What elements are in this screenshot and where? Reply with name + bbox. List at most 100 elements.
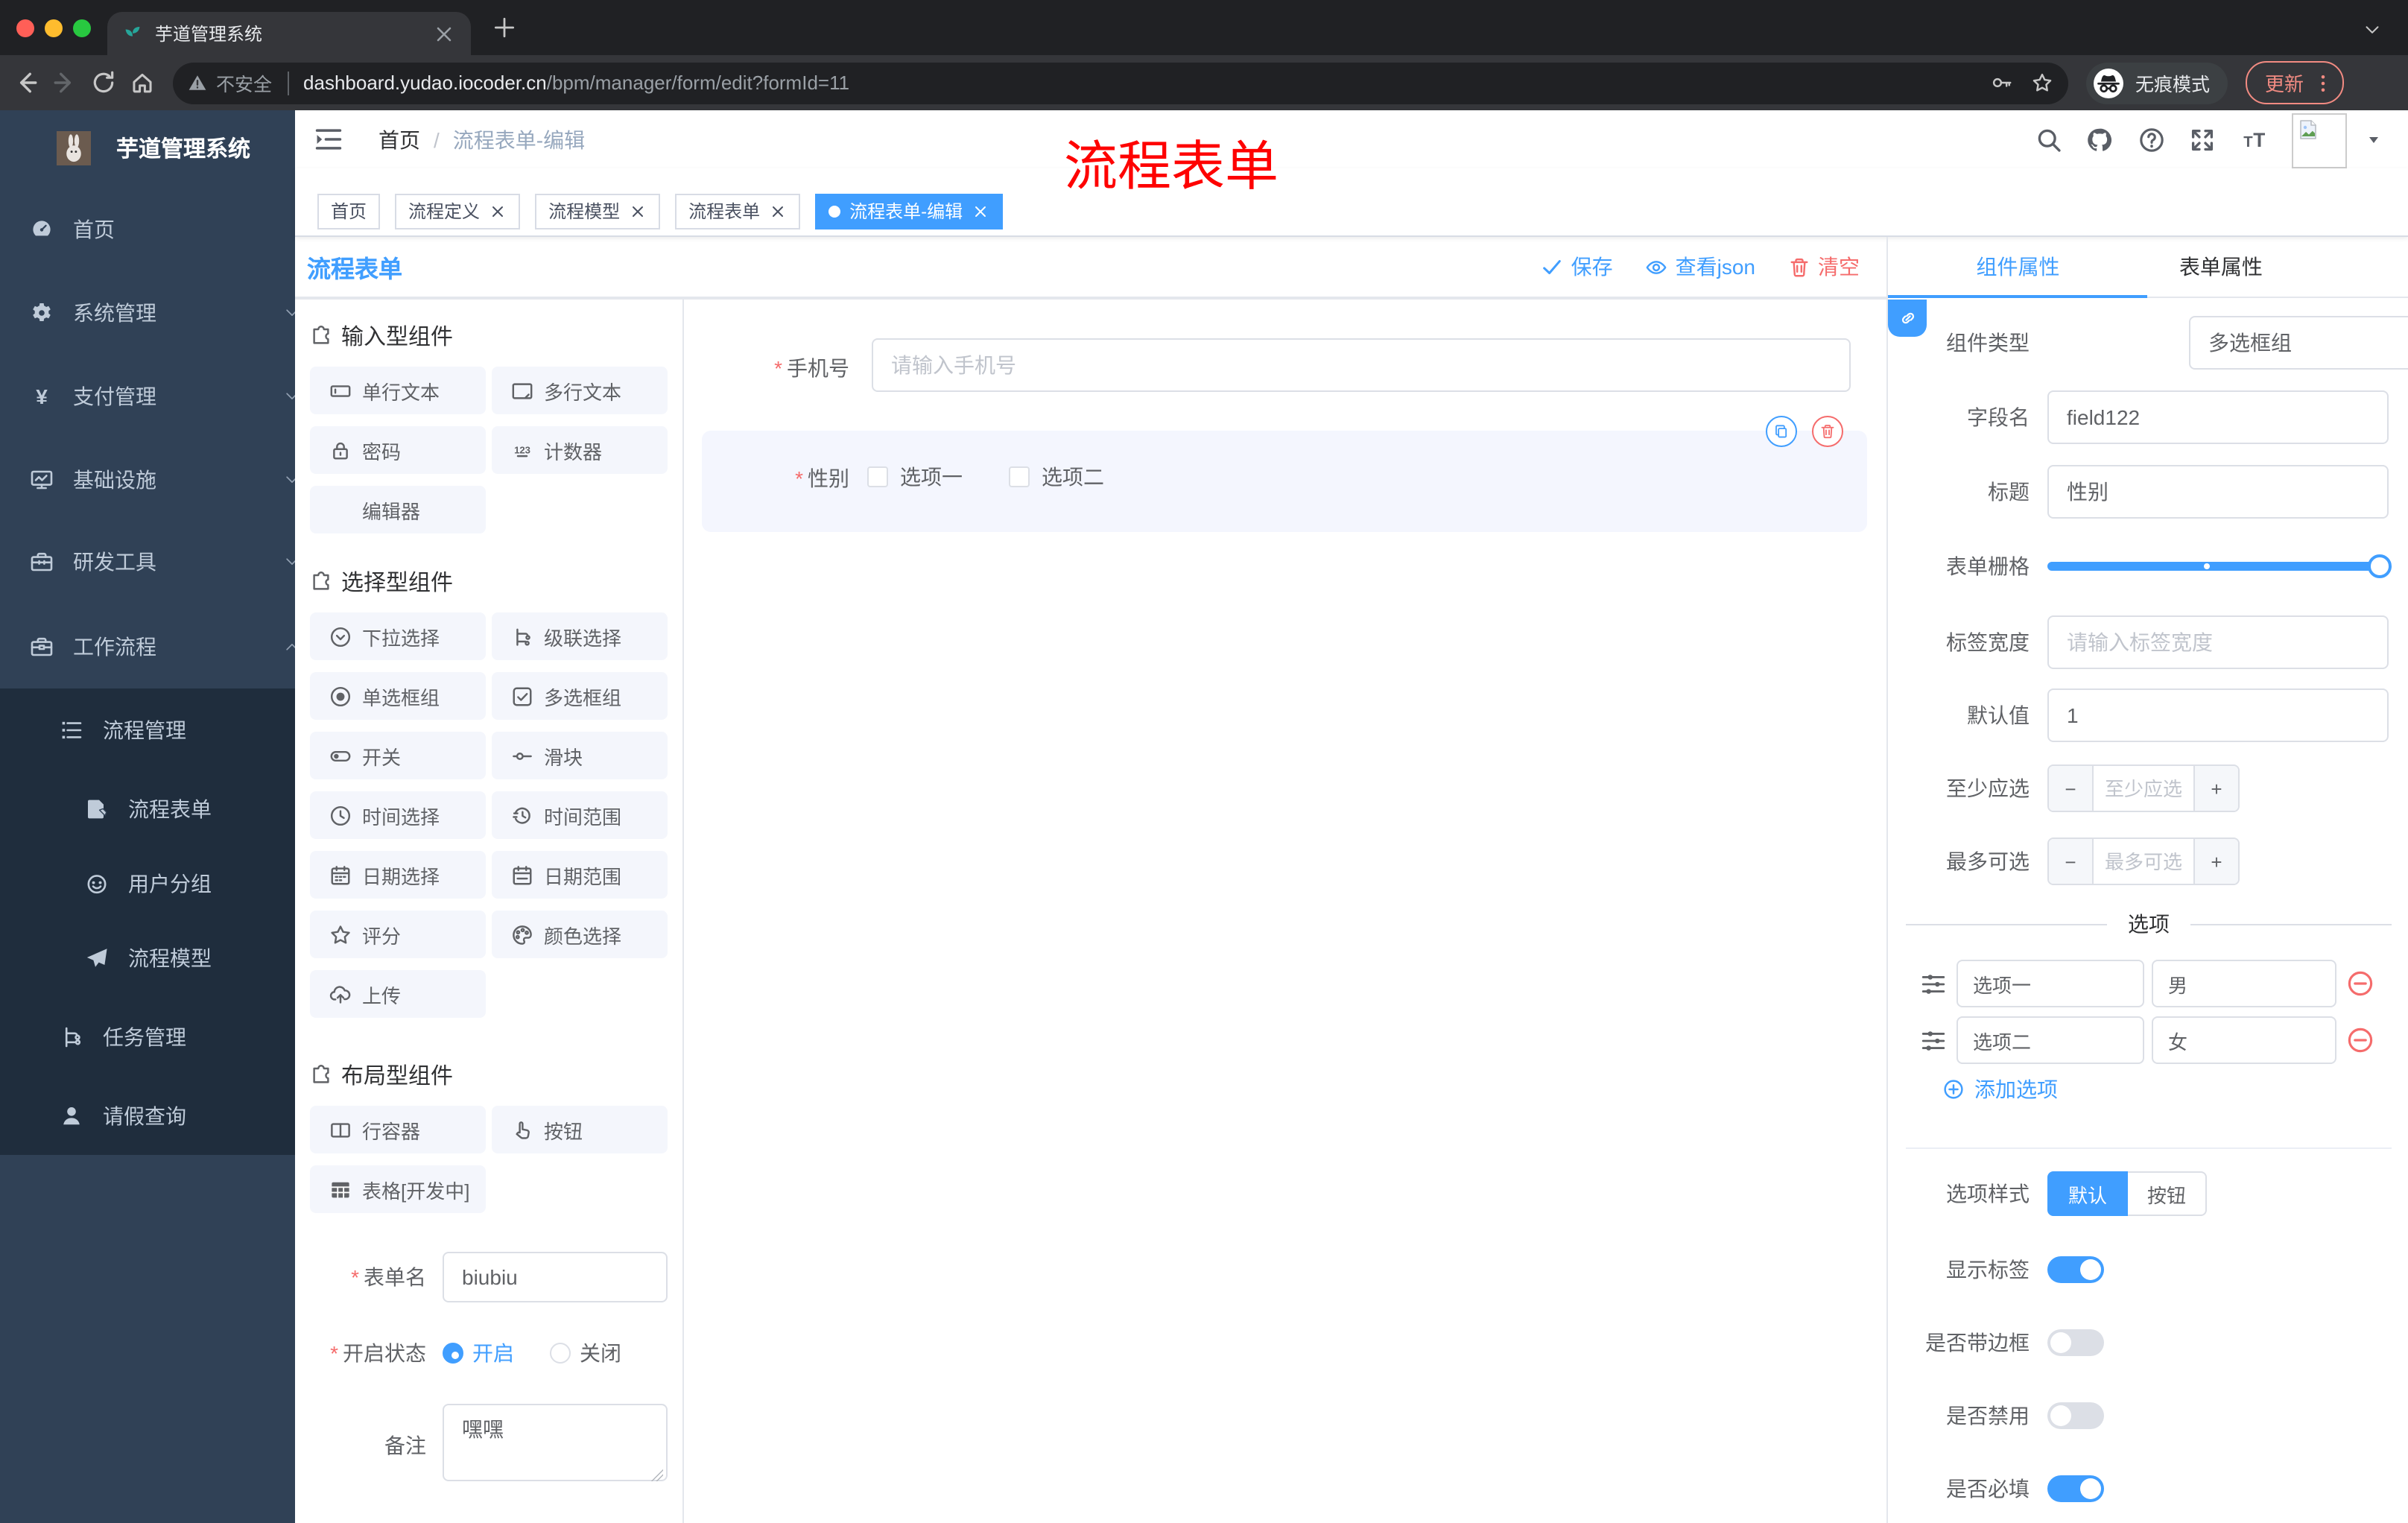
palette-item-时间范围[interactable]: 时间范围 — [492, 791, 668, 839]
slider-handle[interactable] — [2368, 554, 2392, 578]
field-name-input[interactable] — [2047, 390, 2389, 444]
form-name-input[interactable] — [443, 1252, 668, 1302]
tag-close-icon[interactable] — [489, 202, 507, 220]
palette-item-日期选择[interactable]: 日期选择 — [310, 851, 486, 899]
tab-form-props[interactable]: 表单属性 — [2147, 237, 2408, 298]
option-drag-handle[interactable] — [1921, 1028, 1946, 1054]
min-select-input[interactable] — [2094, 766, 2193, 811]
gender-option-1-checkbox[interactable]: 选项一 — [867, 462, 963, 492]
status-on-radio[interactable]: 开启 — [443, 1338, 514, 1368]
remove-option-button[interactable] — [2347, 970, 2374, 997]
tag-close-icon[interactable] — [972, 202, 989, 220]
minimize-window-button[interactable] — [45, 19, 63, 37]
forward-icon[interactable] — [52, 70, 77, 95]
toggle-是否必填[interactable] — [2047, 1475, 2104, 1502]
palette-item-密码[interactable]: 密码 — [310, 426, 486, 474]
palette-item-多行文本[interactable]: 多行文本 — [492, 367, 668, 414]
tag-流程表单-编辑[interactable]: 流程表单-编辑 — [815, 193, 1004, 229]
sidebar-logo[interactable]: 芋道管理系统 — [0, 110, 295, 185]
sidebar-item-研发工具[interactable]: 研发工具 — [0, 532, 325, 592]
tag-流程定义[interactable]: 流程定义 — [395, 193, 521, 229]
toggle-是否带边框[interactable] — [2047, 1329, 2104, 1356]
sidebar-item-基础设施[interactable]: 基础设施 — [0, 450, 325, 510]
sidebar-item-系统管理[interactable]: 系统管理 — [0, 283, 325, 343]
palette-item-日期范围[interactable]: 日期范围 — [492, 851, 668, 899]
add-option-button[interactable]: 添加选项 — [1943, 1073, 2058, 1106]
delete-component-button[interactable] — [1812, 416, 1843, 447]
palette-item-按钮[interactable]: 按钮 — [492, 1106, 668, 1153]
palette-item-开关[interactable]: 开关 — [310, 732, 486, 779]
browser-update-button[interactable]: 更新 — [2246, 61, 2345, 104]
plus-icon[interactable]: + — [2193, 839, 2238, 884]
address-bar[interactable]: 不安全 dashboard.yudao.iocoder.cn/bpm/manag… — [173, 62, 2068, 104]
view-json-button[interactable]: 查看json — [1646, 252, 1755, 282]
status-off-radio[interactable]: 关闭 — [550, 1338, 621, 1368]
breadcrumb-home[interactable]: 首页 — [378, 124, 420, 154]
slider-track[interactable] — [2047, 562, 2389, 571]
component-type-select[interactable] — [2189, 316, 2408, 370]
palette-item-滑块[interactable]: 滑块 — [492, 732, 668, 779]
tab-search-chevron-icon[interactable] — [2363, 21, 2381, 39]
palette-item-上传[interactable]: 上传 — [310, 970, 486, 1018]
palette-item-行容器[interactable]: 行容器 — [310, 1106, 486, 1153]
palette-item-时间选择[interactable]: 时间选择 — [310, 791, 486, 839]
style-default-button[interactable]: 默认 — [2047, 1171, 2129, 1216]
avatar-caret-icon[interactable] — [2366, 134, 2381, 146]
option-label-input[interactable] — [1956, 960, 2144, 1007]
tab-close-icon[interactable] — [432, 22, 456, 45]
palette-item-计数器[interactable]: 123 计数器 — [492, 426, 668, 474]
clear-button[interactable]: 清空 — [1788, 252, 1860, 282]
hamburger-icon[interactable] — [314, 125, 343, 153]
max-select-input[interactable] — [2094, 839, 2193, 884]
option-label-input[interactable] — [1956, 1016, 2144, 1064]
browser-tab[interactable]: 芋道管理系统 — [107, 12, 471, 55]
palette-item-多选框组[interactable]: 多选框组 — [492, 672, 668, 720]
palette-item-评分[interactable]: 评分 — [310, 911, 486, 958]
search-icon[interactable] — [2035, 127, 2062, 153]
gender-option-2-checkbox[interactable]: 选项二 — [1009, 462, 1104, 492]
github-icon[interactable] — [2086, 127, 2113, 153]
palette-item-表格[开发中][interactable]: 表格[开发中] — [310, 1165, 486, 1213]
minus-icon[interactable]: − — [2049, 839, 2094, 884]
style-button-button[interactable]: 按钮 — [2128, 1171, 2208, 1216]
fullscreen-icon[interactable] — [2189, 127, 2216, 153]
font-size-icon[interactable]: TT — [2238, 127, 2265, 153]
remove-option-button[interactable] — [2347, 1027, 2374, 1054]
plus-icon[interactable]: + — [2193, 766, 2238, 811]
tag-流程模型[interactable]: 流程模型 — [535, 193, 661, 229]
browser-menu-icon[interactable] — [2313, 72, 2333, 93]
palette-item-编辑器[interactable]: 编辑器 — [310, 486, 486, 533]
minus-icon[interactable]: − — [2049, 766, 2094, 811]
zoom-window-button[interactable] — [73, 19, 91, 37]
default-value-input[interactable] — [2047, 688, 2389, 742]
palette-item-下拉选择[interactable]: 下拉选择 — [310, 612, 486, 660]
sidebar-item-首页[interactable]: 首页 — [0, 200, 325, 259]
home-icon[interactable] — [130, 70, 155, 95]
sidebar-item-支付管理[interactable]: ¥ 支付管理 — [0, 367, 325, 426]
tag-close-icon[interactable] — [629, 202, 647, 220]
option-value-input[interactable] — [2152, 1016, 2336, 1064]
sidebar-item-工作流程[interactable]: 工作流程 — [0, 617, 325, 677]
password-key-icon[interactable] — [1991, 72, 2013, 94]
title-input[interactable] — [2047, 465, 2389, 519]
back-icon[interactable] — [13, 70, 39, 95]
tab-component-props[interactable]: 组件属性 — [1888, 237, 2148, 298]
new-tab-button[interactable] — [492, 15, 517, 40]
save-button[interactable]: 保存 — [1542, 252, 1613, 282]
help-icon[interactable] — [2138, 127, 2165, 153]
option-drag-handle[interactable] — [1921, 972, 1946, 997]
palette-item-单选框组[interactable]: 单选框组 — [310, 672, 486, 720]
close-window-button[interactable] — [16, 19, 34, 37]
reload-icon[interactable] — [91, 70, 116, 95]
palette-item-颜色选择[interactable]: 颜色选择 — [492, 911, 668, 958]
copy-component-button[interactable] — [1766, 416, 1797, 447]
form-remark-textarea[interactable]: 嘿嘿 — [443, 1404, 668, 1481]
tag-close-icon[interactable] — [769, 202, 787, 220]
label-width-input[interactable] — [2047, 615, 2389, 669]
bookmark-star-icon[interactable] — [2031, 72, 2053, 94]
palette-item-级联选择[interactable]: 级联选择 — [492, 612, 668, 660]
tag-流程表单[interactable]: 流程表单 — [675, 193, 801, 229]
toggle-显示标签[interactable] — [2047, 1256, 2104, 1283]
option-value-input[interactable] — [2152, 960, 2336, 1007]
avatar[interactable] — [2292, 113, 2347, 168]
